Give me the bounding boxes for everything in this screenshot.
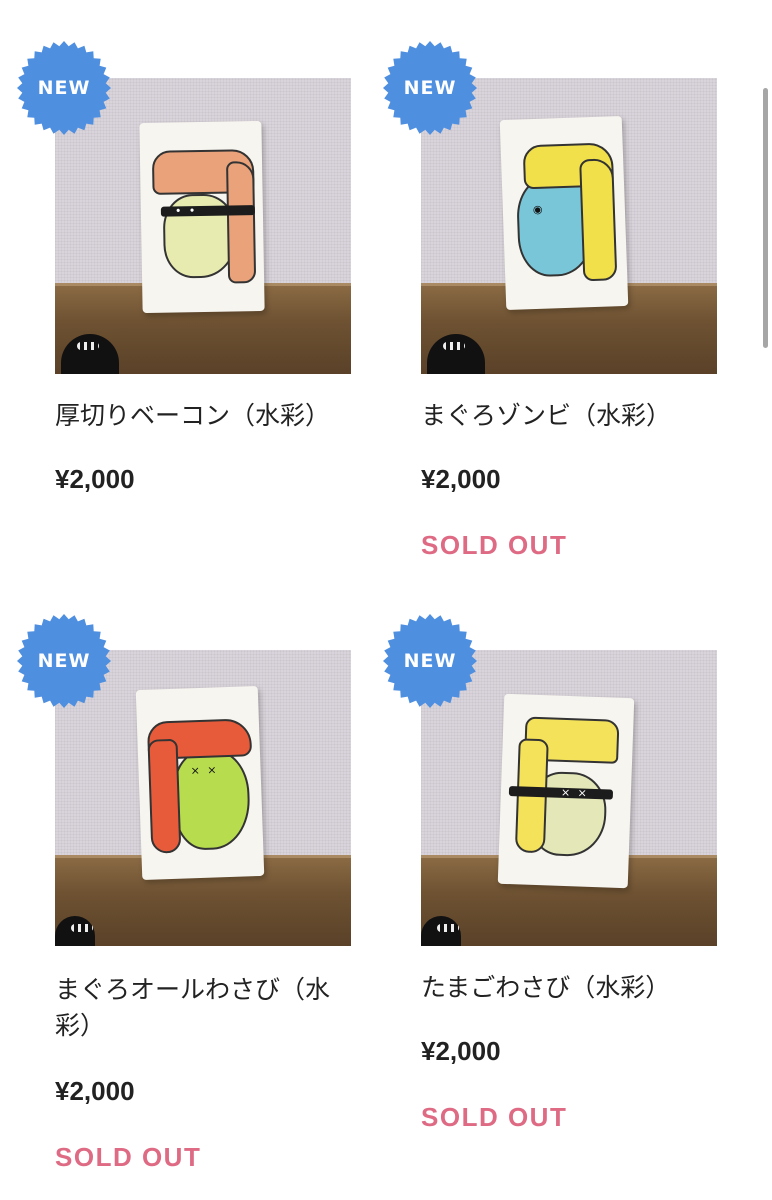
product-title[interactable]: たまごわさび（水彩） bbox=[421, 970, 721, 1006]
character-eyes: • • bbox=[174, 204, 198, 218]
sold-out-label: SOLD OUT bbox=[421, 530, 568, 560]
sushi-topping-side bbox=[226, 161, 257, 284]
painting-card: • • bbox=[139, 120, 265, 314]
sold-out-label: SOLD OUT bbox=[55, 1142, 202, 1172]
painting-card: × × bbox=[497, 693, 635, 889]
product-grid: • • 厚切りベーコン（水彩） ¥2,000 NEW ◉ まぐろゾンビ（水彩） … bbox=[0, 0, 772, 1200]
character-eyes: × × bbox=[190, 763, 219, 778]
product-price: ¥2,000 bbox=[55, 1076, 135, 1106]
character-eyes: × × bbox=[560, 785, 590, 800]
product-title[interactable]: まぐろオールわさび（水彩） bbox=[55, 972, 345, 1044]
product-title[interactable]: 厚切りベーコン（水彩） bbox=[55, 398, 355, 434]
painting-card: × × bbox=[135, 685, 265, 881]
new-badge: NEW bbox=[382, 613, 478, 709]
sold-out-label: SOLD OUT bbox=[421, 1102, 568, 1132]
new-badge: NEW bbox=[382, 40, 478, 136]
badge-label: NEW bbox=[403, 77, 457, 99]
character-eyes: ◉ bbox=[532, 202, 545, 217]
sushi-topping-side bbox=[579, 158, 618, 282]
scrollbar[interactable] bbox=[763, 88, 768, 348]
new-badge: NEW bbox=[16, 613, 112, 709]
product-price: ¥2,000 bbox=[421, 1036, 501, 1066]
product-title[interactable]: まぐろゾンビ（水彩） bbox=[421, 398, 721, 434]
painting-card: ◉ bbox=[499, 115, 629, 311]
product-price: ¥2,000 bbox=[421, 464, 501, 494]
product-price: ¥2,000 bbox=[55, 464, 135, 494]
sushi-topping-side bbox=[147, 738, 182, 854]
badge-label: NEW bbox=[403, 650, 457, 672]
badge-label: NEW bbox=[37, 77, 91, 99]
badge-label: NEW bbox=[37, 650, 91, 672]
new-badge: NEW bbox=[16, 40, 112, 136]
